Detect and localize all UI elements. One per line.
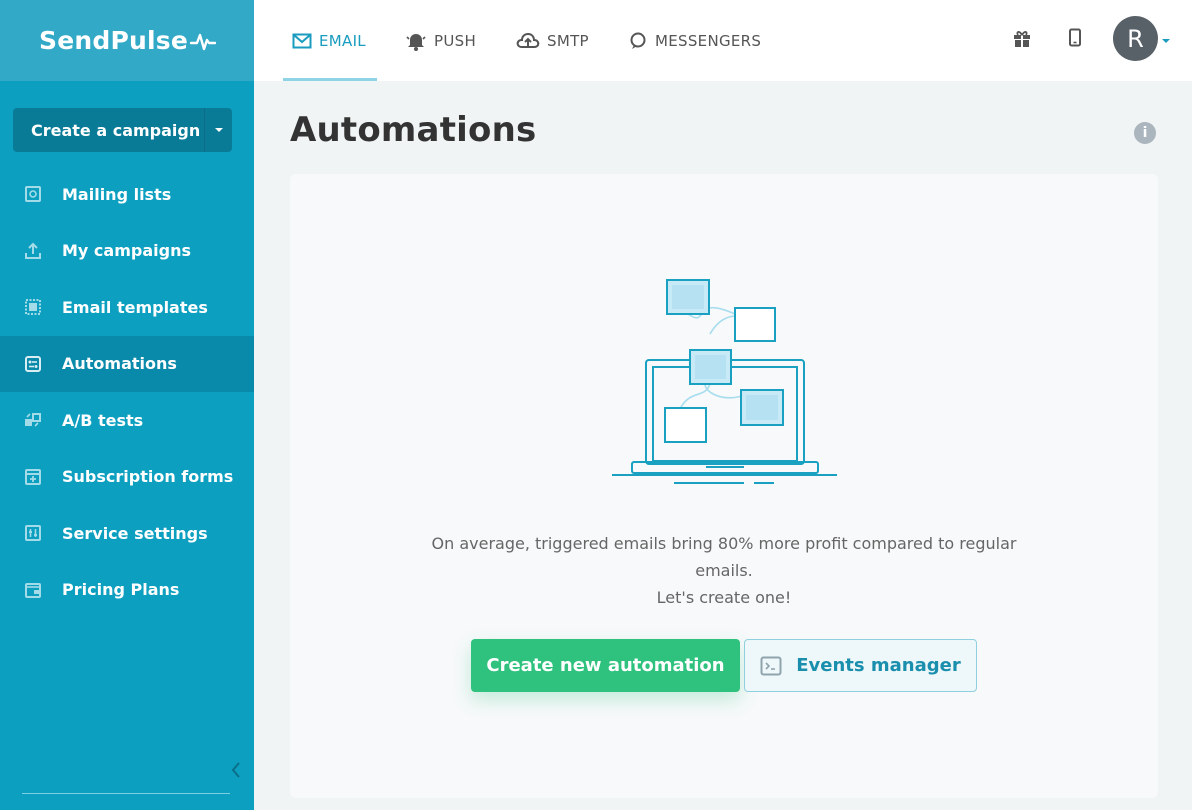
gift-button[interactable] [1011, 26, 1033, 50]
sidebar-item-email-templates[interactable]: Email templates [0, 279, 254, 336]
collapse-sidebar-button[interactable] [228, 760, 244, 780]
sidebar-item-label: A/B tests [62, 410, 144, 430]
create-new-automation-button[interactable]: Create new automation [471, 639, 740, 692]
automations-icon [23, 354, 43, 374]
gift-icon [1014, 31, 1030, 47]
tab-smtp[interactable]: SMTP [516, 0, 589, 81]
active-tab-indicator [283, 78, 377, 81]
tab-messengers[interactable]: MESSENGERS [628, 0, 761, 81]
sidebar-item-label: Automations [62, 354, 177, 374]
sidebar-item-label: My campaigns [62, 241, 191, 261]
mailing-lists-icon [23, 184, 43, 204]
empty-state-message: On average, triggered emails bring 80% m… [290, 530, 1158, 611]
sidebar-divider [22, 793, 230, 794]
create-campaign-dropdown[interactable] [204, 108, 232, 152]
info-icon[interactable]: i [1134, 122, 1156, 144]
envelope-icon [292, 33, 312, 49]
tab-label: MESSENGERS [655, 31, 762, 50]
settings-icon [23, 523, 43, 543]
sidebar: SendPulse Create a campaign Mailing list… [0, 0, 254, 810]
tab-label: EMAIL [319, 31, 366, 50]
top-bar: EMAIL PUSH SMTP MESSENGERS R [254, 0, 1192, 81]
caret-down-icon [214, 128, 223, 132]
user-avatar[interactable]: R [1113, 16, 1158, 61]
create-campaign-button[interactable]: Create a campaign [13, 108, 232, 152]
tab-email[interactable]: EMAIL [292, 0, 366, 81]
mobile-app-button[interactable] [1064, 26, 1086, 50]
page-title: Automations [290, 110, 537, 150]
wallet-icon [23, 580, 43, 600]
sidebar-item-pricing-plans[interactable]: Pricing Plans [0, 562, 254, 619]
create-new-automation-label: Create new automation [486, 655, 725, 676]
chat-icon [628, 32, 648, 50]
bell-icon [405, 31, 427, 51]
campaigns-icon [23, 241, 43, 261]
sidebar-item-ab-tests[interactable]: A/B tests [0, 392, 254, 449]
templates-icon [23, 297, 43, 317]
tab-label: PUSH [434, 31, 477, 50]
sidebar-nav: Mailing lists My campaigns Email templat… [0, 166, 254, 618]
message-line-1: On average, triggered emails bring 80% m… [431, 534, 1017, 580]
sidebar-item-label: Email templates [62, 297, 208, 317]
logo-area: SendPulse [0, 0, 254, 81]
sidebar-item-automations[interactable]: Automations [0, 335, 254, 392]
sidebar-item-label: Service settings [62, 523, 208, 543]
logo[interactable]: SendPulse [39, 26, 216, 55]
logo-text: SendPulse [39, 26, 188, 55]
message-line-2: Let's create one! [656, 588, 792, 607]
laptop-automation-illustration [612, 279, 837, 484]
pulse-icon [189, 33, 216, 50]
tab-label: SMTP [547, 31, 589, 50]
tab-push[interactable]: PUSH [405, 0, 476, 81]
cloud-upload-icon [516, 32, 540, 50]
sidebar-item-service-settings[interactable]: Service settings [0, 505, 254, 562]
events-manager-button[interactable]: Events manager [744, 639, 977, 692]
sidebar-item-subscription-forms[interactable]: Subscription forms [0, 449, 254, 506]
smartphone-icon [1069, 28, 1081, 47]
empty-state-card: On average, triggered emails bring 80% m… [290, 174, 1158, 798]
sidebar-item-label: Subscription forms [62, 467, 234, 487]
sidebar-item-my-campaigns[interactable]: My campaigns [0, 223, 254, 280]
create-campaign-label: Create a campaign [31, 120, 201, 140]
avatar-initial: R [1127, 24, 1144, 53]
sidebar-item-label: Pricing Plans [62, 580, 180, 600]
forms-icon [23, 467, 43, 487]
terminal-icon [760, 656, 782, 676]
chevron-left-icon [231, 762, 240, 778]
caret-down-icon[interactable] [1162, 39, 1170, 43]
sidebar-item-mailing-lists[interactable]: Mailing lists [0, 166, 254, 223]
sidebar-item-label: Mailing lists [62, 184, 172, 204]
events-manager-label: Events manager [796, 655, 961, 676]
ab-tests-icon [23, 410, 43, 430]
